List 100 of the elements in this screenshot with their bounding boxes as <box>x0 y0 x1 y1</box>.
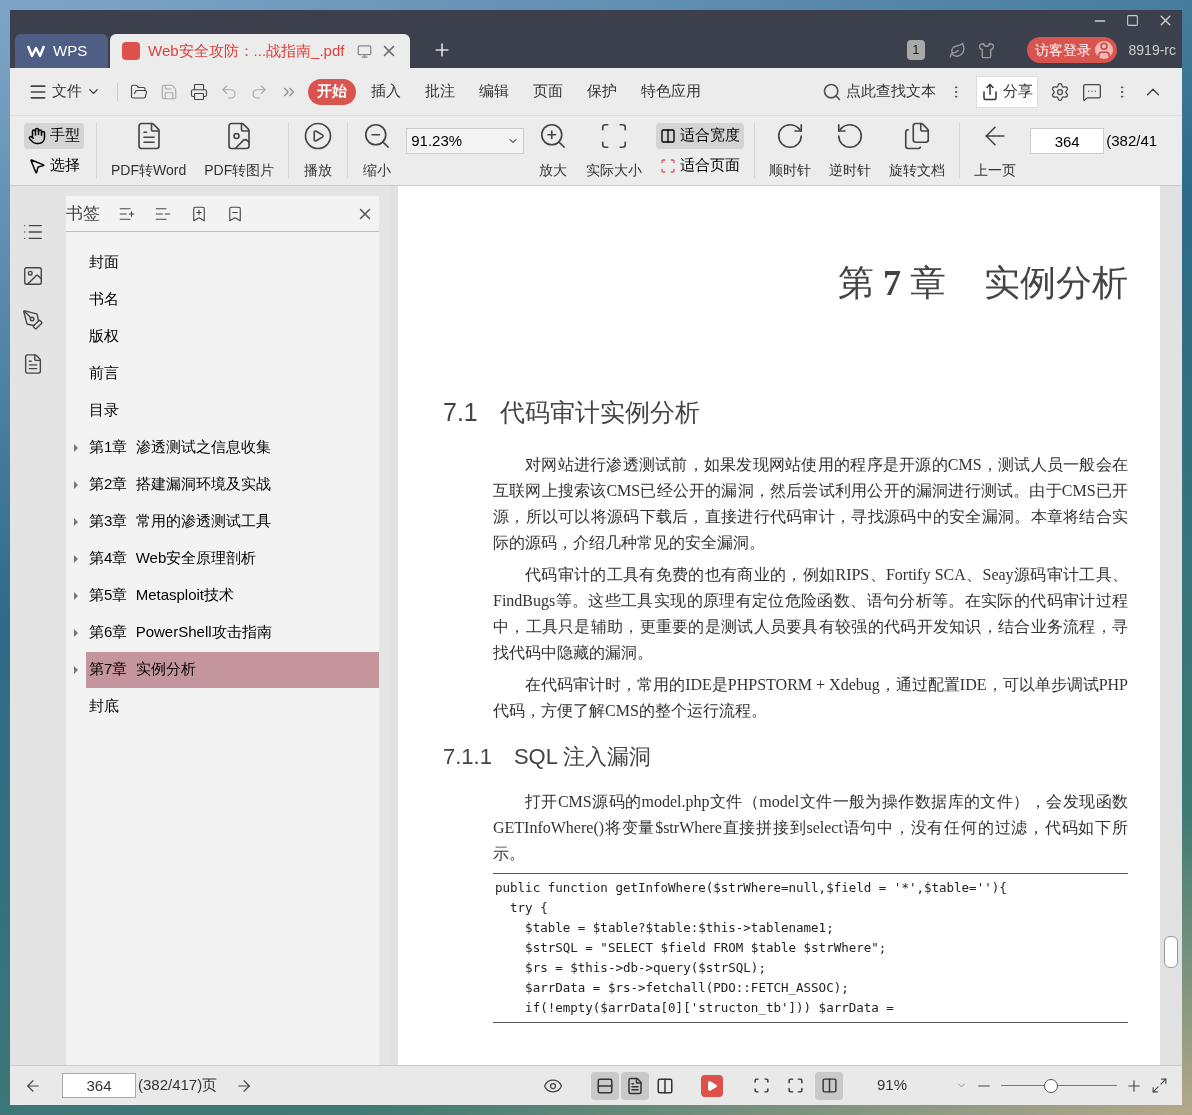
code-line: $arrData = $rs->fetchall(PDO::FETCH_ASSOC); <box>524 978 850 997</box>
leaf-icon[interactable] <box>948 41 966 59</box>
actual-size-button[interactable]: 实际大小 <box>582 120 647 181</box>
settings-icon[interactable] <box>1050 81 1070 102</box>
fit-width-button[interactable]: 适合宽度 <box>656 122 745 149</box>
view-mode-icon <box>656 1076 674 1095</box>
expand-arrow-icon[interactable] <box>74 480 78 489</box>
bookmark-item[interactable]: 目录 <box>86 392 379 429</box>
rotate-document-button[interactable]: 旋转文档 <box>885 120 950 181</box>
code-line: $rs = $this->db->query($strSQL); <box>524 958 767 977</box>
bookmark-item[interactable]: 封面 <box>86 244 379 281</box>
expand-arrow-icon[interactable] <box>74 665 78 674</box>
pdf-file-icon <box>122 42 140 60</box>
bookmark-item[interactable]: 第6章 PowerShell攻击指南 <box>86 614 379 651</box>
body-paragraph: 打开CMS源码的model.php文件（model文件一般为操作数据库的文件），会发现函数GETInfoWhere()将变量$strWhere直接拼接到select语句中，没有任何的过滤，代码如下所示。 <box>493 791 1128 864</box>
print-icon[interactable] <box>190 82 208 101</box>
zoom-in-button[interactable]: 放大 <box>534 120 573 181</box>
pen-icon[interactable] <box>21 309 44 331</box>
user-name: 8919-rc <box>1128 40 1176 60</box>
bookmark-item[interactable]: 第4章 Web安全原理剖析 <box>86 540 379 577</box>
pdf-to-image-button[interactable]: PDF转图片 <box>200 120 279 181</box>
play-button[interactable]: 播放 <box>299 120 338 181</box>
fit-page-button[interactable]: 适合页面 <box>656 152 745 179</box>
bookmark-item[interactable]: 第1章 渗透测试之信息收集 <box>86 429 379 466</box>
page-number-field[interactable]: 364 <box>62 1073 136 1098</box>
bookmark-item[interactable]: 前言 <box>86 355 379 392</box>
fit-width-icon <box>660 127 677 144</box>
slider-thumb[interactable] <box>1043 1078 1058 1093</box>
view-mode-icon <box>626 1076 644 1095</box>
expand-arrow-icon[interactable] <box>74 554 78 563</box>
ribbon-tab[interactable]: 开始 <box>308 78 356 105</box>
bookmark-item[interactable]: 版权 <box>86 318 379 355</box>
page-count: (382/417)页 <box>138 1075 218 1096</box>
fit-mode-icon <box>786 1077 804 1094</box>
bookmark-item[interactable]: 第3章 常用的渗透测试工具 <box>86 503 379 540</box>
ribbon-tab[interactable]: 特色应用 <box>632 78 710 105</box>
maximize-icon[interactable] <box>1126 14 1139 27</box>
rotate-clockwise-button[interactable]: 顺时针 <box>765 120 816 181</box>
hand-icon <box>28 126 46 145</box>
hand-tool-button[interactable]: 手型 <box>24 122 84 149</box>
fullscreen-icon[interactable] <box>1151 1077 1168 1094</box>
subsection-title: SQL 注入漏洞 <box>513 742 652 771</box>
expand-arrow-icon[interactable] <box>74 591 78 600</box>
chapter-number: 第 7 章 <box>838 262 946 305</box>
body-paragraph: 代码审计的工具有免费的也有商业的，例如RIPS、Fortify SCA、Seay源码审计工具、FindBugs等。这些工具实现的原理有定位危险函数、语句分析等。在实际的代码审计过程中，工具只是辅助，更重要的是测试人员要具有较强的代码开发知识，结合业务流程，寻找代码中隐藏的漏洞。 <box>493 564 1128 663</box>
chat-icon[interactable] <box>1082 81 1102 102</box>
select-tool-button[interactable]: 选择 <box>24 152 84 179</box>
find-text-button[interactable]: 点此查找文本 <box>822 80 936 103</box>
scrollbar-thumb[interactable] <box>1164 936 1178 968</box>
page-number-field[interactable]: 364 <box>1030 128 1105 154</box>
ribbon-tab[interactable]: 编辑 <box>470 78 518 105</box>
bookmark-item[interactable]: 书名 <box>86 281 379 318</box>
body-paragraph: 对网站进行渗透测试前，如果发现网站使用的程序是开源的CMS，测试人员一般会在互联网上搜索该CMS已经公开的漏洞，然后尝试利用公开的漏洞进行测试。由于CMS已开源，所以可以将源码下载后，直接进行代码审计，寻找源码中的安全漏洞。本章将结合实际的源码，介绍几种常见的安全漏洞。 <box>493 454 1128 553</box>
shirt-icon[interactable] <box>977 41 995 59</box>
expand-arrow-icon[interactable] <box>74 443 78 452</box>
body-paragraph: 在代码审计时，常用的IDE是PHPSTORM + Xdebug，通过配置IDE，可以单步调试PHP代码，方便了解CMS的整个运行流程。 <box>493 674 1128 721</box>
zoom-dropdown[interactable]: 91.23% <box>406 128 525 154</box>
ribbon-tab[interactable]: 批注 <box>416 78 464 105</box>
share-icon <box>981 82 999 101</box>
search-icon <box>822 81 842 102</box>
login-button[interactable]: 访客登录 <box>1026 37 1117 63</box>
image-icon[interactable] <box>21 265 44 287</box>
file-menu[interactable]: 文件 <box>28 80 101 103</box>
ribbon-tab[interactable]: 页面 <box>524 78 572 105</box>
view-mode-button[interactable] <box>591 1071 619 1100</box>
view-mode-button[interactable] <box>621 1071 649 1100</box>
play-icon <box>303 120 334 151</box>
monitor-icon[interactable] <box>357 43 372 59</box>
zoom-out-button[interactable]: 缩小 <box>358 120 397 181</box>
expand-arrow-icon[interactable] <box>74 517 78 526</box>
code-line: if(!empty($arrData[0]['structon_tb'])) $arrData = <box>524 998 895 1017</box>
previous-page-button[interactable]: 上一页 <box>970 120 1021 181</box>
fit-mode-button[interactable] <box>815 1071 843 1100</box>
bookmark-item[interactable]: 第2章 搭建漏洞环境及实战 <box>86 466 379 503</box>
zoom-dropdown[interactable]: 91% <box>877 1074 967 1097</box>
code-line: $table = $table?$table:$this->tablename1; <box>524 918 835 937</box>
pdf-to-word-button[interactable]: PDF转Word <box>107 120 191 181</box>
zoom-slider[interactable] <box>1001 1077 1117 1094</box>
view-mode-icon <box>596 1076 614 1095</box>
window-tab[interactable]: Web安全攻防：...战指南_.pdf <box>110 34 410 68</box>
fit-mode-icon <box>752 1077 770 1094</box>
rotate-counterclockwise-button[interactable]: 逆时针 <box>825 120 876 181</box>
panel-title: 书签 <box>66 202 100 225</box>
open-folder-icon[interactable] <box>130 82 148 101</box>
expand-arrow-icon[interactable] <box>74 628 78 637</box>
window-tab[interactable]: WPS <box>15 34 108 68</box>
bookmark-item[interactable]: 封底 <box>86 688 379 725</box>
fit-mode-icon <box>820 1077 838 1094</box>
ribbon-tab[interactable]: 插入 <box>362 78 410 105</box>
bookmark-item[interactable]: 第7章 实例分析 <box>86 651 379 688</box>
play-button[interactable] <box>701 1074 723 1097</box>
ribbon-tab[interactable]: 保护 <box>578 78 626 105</box>
add-bookmark-icon[interactable] <box>190 204 208 223</box>
pointer-icon <box>28 156 46 175</box>
share-button[interactable]: 分享 <box>976 75 1038 108</box>
remove-bookmark-icon[interactable] <box>226 204 244 223</box>
bookmark-item[interactable]: 第5章 Metasploit技术 <box>86 577 379 614</box>
chapter-title: 实例分析 <box>984 262 1128 305</box>
window-count-badge[interactable]: 1 <box>907 40 925 60</box>
avatar-icon <box>1094 41 1113 59</box>
